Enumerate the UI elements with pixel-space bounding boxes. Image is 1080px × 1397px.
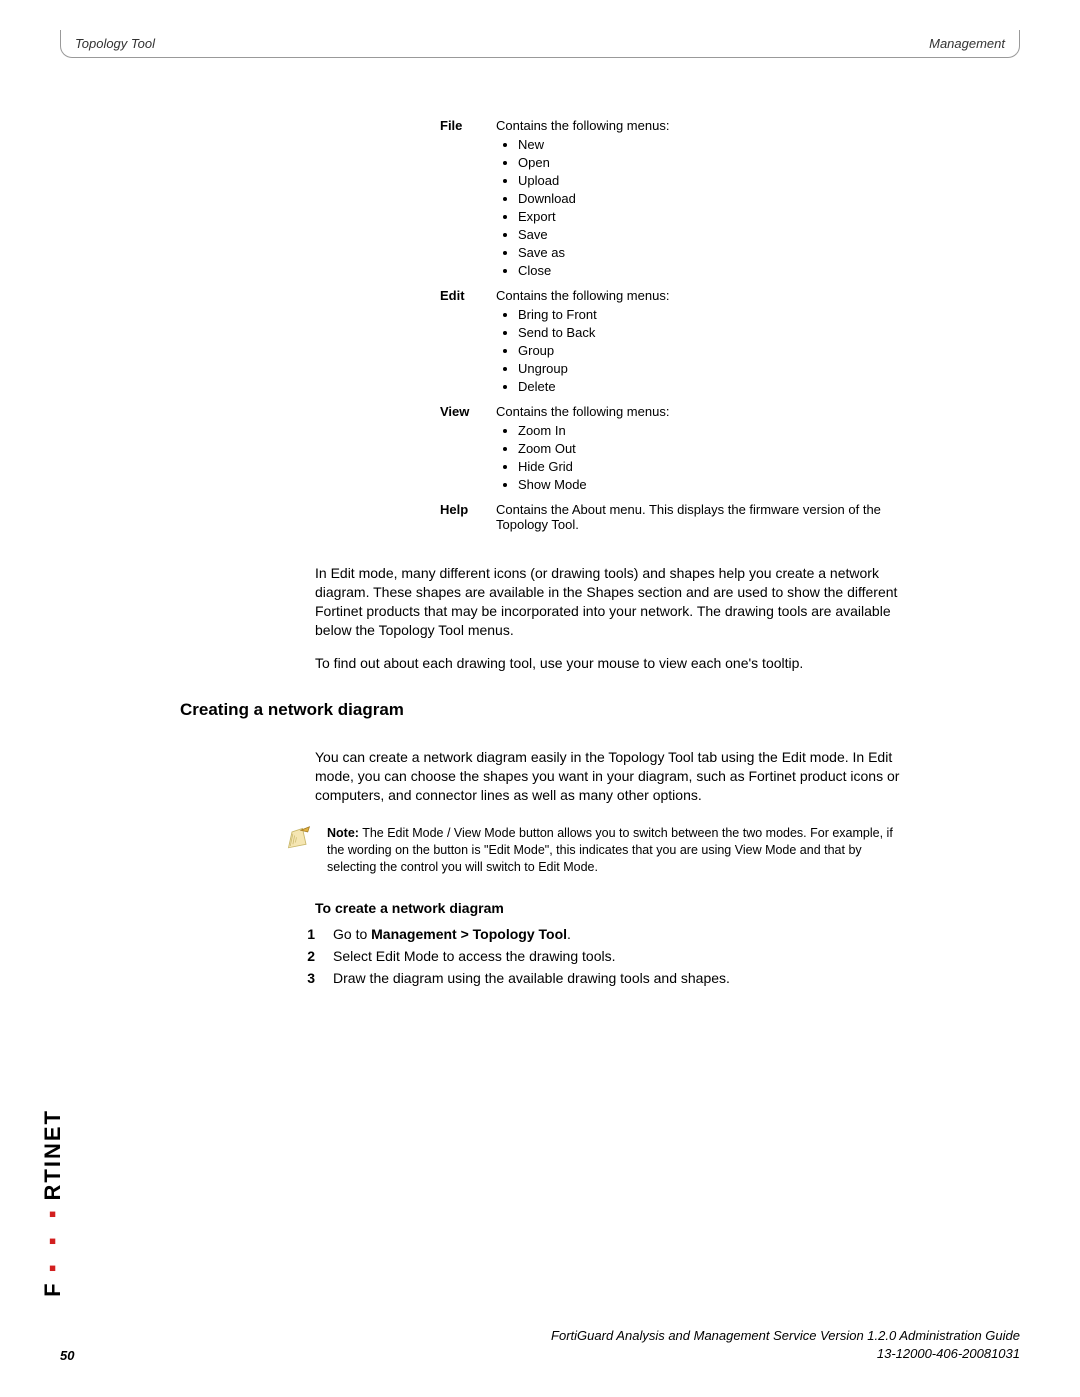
- note-text: Note: The Edit Mode / View Mode button a…: [327, 825, 900, 876]
- procedure-heading: To create a network diagram: [315, 900, 1020, 916]
- menu-label: Edit: [440, 288, 496, 402]
- menu-list: Zoom In Zoom Out Hide Grid Show Mode: [496, 423, 669, 492]
- step-pre: Draw the diagram using the available dra…: [333, 970, 730, 986]
- page-footer: FortiGuard Analysis and Management Servi…: [60, 1327, 1020, 1363]
- menu-body: Contains the following menus: New Open Uplo…: [496, 118, 669, 286]
- menu-intro: Contains the About menu. This displays t…: [496, 502, 900, 532]
- menu-label: Help: [440, 502, 496, 536]
- step-row: 1 Go to Management > Topology Tool.: [285, 926, 900, 942]
- menu-list: Bring to Front Send to Back Group Ungroup De…: [496, 307, 669, 394]
- menu-row: ViewContains the following menus: Zoom In…: [440, 404, 900, 500]
- step-number: 2: [285, 948, 315, 964]
- paragraph-tooltip: To find out about each drawing tool, use…: [315, 654, 900, 673]
- menu-item: Upload: [518, 173, 669, 188]
- note-body: The Edit Mode / View Mode button allows …: [327, 826, 893, 874]
- step-number: 1: [285, 926, 315, 942]
- brand-red-glyph: ▪▪▪: [40, 1201, 65, 1282]
- step-text: Draw the diagram using the available dra…: [333, 970, 900, 986]
- menu-item: Send to Back: [518, 325, 669, 340]
- header-left: Topology Tool: [75, 36, 155, 51]
- step-bold: Management > Topology Tool: [371, 926, 567, 942]
- page-header: Topology Tool Management: [60, 30, 1020, 58]
- menu-item: Save: [518, 227, 669, 242]
- menu-item: Close: [518, 263, 669, 278]
- menu-label: File: [440, 118, 496, 286]
- menu-intro: Contains the following menus:: [496, 118, 669, 133]
- menu-table: FileContains the following menus:NewOpen…: [440, 118, 900, 536]
- menu-item: Ungroup: [518, 361, 669, 376]
- step-row: 2 Select Edit Mode to access the drawing …: [285, 948, 900, 964]
- menu-item: Delete: [518, 379, 669, 394]
- menu-item: Show Mode: [518, 477, 669, 492]
- procedure-steps: 1 Go to Management > Topology Tool. 2 Selec…: [285, 926, 900, 986]
- menu-list: New Open Upload Download Export Save Save as Cl…: [496, 137, 669, 278]
- menu-item: Open: [518, 155, 669, 170]
- menu-item: Save as: [518, 245, 669, 260]
- note-icon: [285, 825, 313, 853]
- brand-part1: F: [40, 1282, 65, 1297]
- note-label: Note:: [327, 826, 359, 840]
- step-text: Go to Management > Topology Tool.: [333, 926, 900, 942]
- menu-label: View: [440, 404, 496, 500]
- menu-item: Zoom In: [518, 423, 669, 438]
- paragraph-edit-mode: In Edit mode, many different icons (or d…: [315, 564, 900, 640]
- menu-item: Zoom Out: [518, 441, 669, 456]
- menu-body: Contains the About menu. This displays t…: [496, 502, 900, 536]
- menu-item: Hide Grid: [518, 459, 669, 474]
- note-block: Note: The Edit Mode / View Mode button a…: [285, 825, 900, 876]
- menu-item: Bring to Front: [518, 307, 669, 322]
- menu-intro: Contains the following menus:: [496, 404, 669, 419]
- menu-row: EditContains the following menus: Bring t…: [440, 288, 900, 402]
- menu-row: HelpContains the About menu. This displa…: [440, 502, 900, 536]
- step-row: 3 Draw the diagram using the available dr…: [285, 970, 900, 986]
- menu-item: Group: [518, 343, 669, 358]
- section-intro: You can create a network diagram easily …: [315, 748, 900, 805]
- footer-line2: 13-12000-406-20081031: [877, 1346, 1020, 1361]
- step-pre: Select Edit Mode to access the drawing t…: [333, 948, 615, 964]
- menu-body: Contains the following menus:Zoom InZoom…: [496, 404, 669, 500]
- menu-item: Export: [518, 209, 669, 224]
- step-pre: Go to: [333, 926, 371, 942]
- menu-row: FileContains the following menus: New Open…: [440, 118, 900, 286]
- header-right: Management: [929, 36, 1005, 51]
- brand-logo: F▪▪▪RTINET: [40, 1109, 66, 1297]
- menu-intro: Contains the following menus:: [496, 288, 669, 303]
- brand-part2: RTINET: [40, 1109, 65, 1200]
- menu-body: Contains the following menus: Bring to Fr…: [496, 288, 669, 402]
- body-paragraphs: In Edit mode, many different icons (or d…: [315, 564, 900, 672]
- step-number: 3: [285, 970, 315, 986]
- menu-item: New: [518, 137, 669, 152]
- footer-line1: FortiGuard Analysis and Management Servi…: [551, 1328, 1020, 1343]
- step-text: Select Edit Mode to access the drawing t…: [333, 948, 900, 964]
- step-post: .: [567, 926, 571, 942]
- section-heading: Creating a network diagram: [180, 700, 1020, 720]
- menu-item: Download: [518, 191, 669, 206]
- paragraph-create-diagram: You can create a network diagram easily …: [315, 748, 900, 805]
